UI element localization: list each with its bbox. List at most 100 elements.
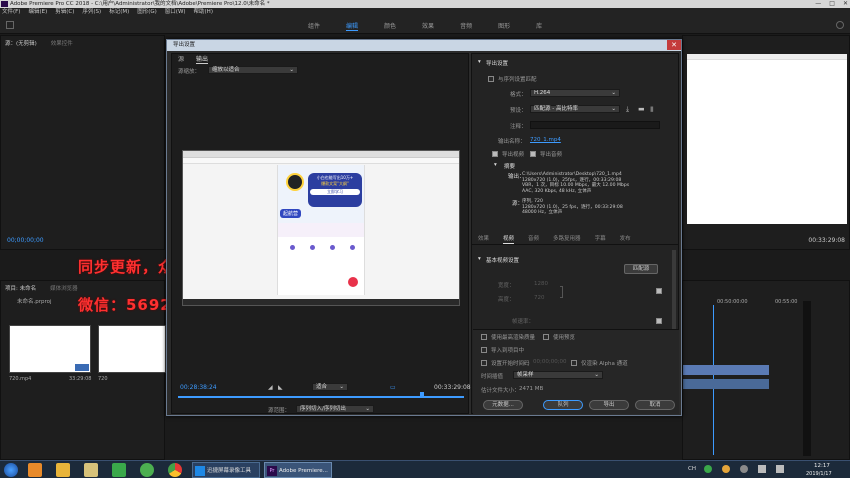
range-select[interactable]: 序列切入/序列切出 ⌄: [296, 405, 374, 413]
link-dimensions-icon[interactable]: [560, 286, 563, 298]
settings-scrollbar[interactable]: [672, 250, 676, 330]
import-preset-icon[interactable]: ▬: [638, 105, 645, 113]
taskbar-app-recorder[interactable]: 迅捷屏幕录像工具: [192, 462, 260, 478]
start-timecode-value[interactable]: 00;00;00;00: [533, 359, 567, 365]
tab-effect-controls[interactable]: 效果控件: [51, 39, 73, 47]
program-monitor-preview: [687, 54, 847, 224]
match-sequence-checkbox[interactable]: [488, 75, 494, 82]
tab-media-browser[interactable]: 媒体浏览器: [50, 284, 78, 292]
network-icon[interactable]: [758, 465, 766, 473]
import-project-checkbox[interactable]: [481, 346, 487, 353]
tab-source[interactable]: 源: [178, 54, 184, 64]
explorer-icon[interactable]: [84, 463, 98, 477]
tab-source[interactable]: 源：(无剪辑): [5, 39, 37, 47]
ime-indicator[interactable]: CH: [688, 466, 696, 472]
menu-window[interactable]: 窗口(W): [165, 8, 186, 17]
sequence-thumbnail[interactable]: [98, 325, 166, 373]
current-time[interactable]: 00:28:38:24: [180, 384, 217, 391]
start-timecode-checkbox[interactable]: [481, 359, 487, 366]
save-preset-icon[interactable]: ⤓: [626, 105, 629, 114]
workspace-assembly[interactable]: 组件: [308, 21, 320, 31]
menu-marker[interactable]: 标记(M): [109, 8, 129, 17]
tab-video[interactable]: 视频: [503, 234, 515, 244]
workspace-editing[interactable]: 编辑: [346, 21, 359, 31]
collapse-icon[interactable]: ▾: [478, 59, 481, 65]
volume-icon[interactable]: [776, 465, 784, 473]
frame-rate-checkbox[interactable]: [656, 317, 662, 324]
green-app-icon[interactable]: [140, 463, 154, 477]
chrome-icon[interactable]: [168, 463, 182, 477]
tray-icon[interactable]: [704, 465, 712, 473]
export-button[interactable]: 导出: [589, 400, 629, 410]
source-timecode[interactable]: 00;00;00;00: [7, 237, 44, 244]
format-select[interactable]: H.264 ⌄: [530, 89, 620, 97]
media-player-icon[interactable]: [112, 463, 126, 477]
menu-clip[interactable]: 剪辑(C): [55, 8, 74, 17]
maximize-button[interactable]: □: [829, 0, 835, 8]
start-button-icon[interactable]: [4, 463, 18, 477]
tray-icon[interactable]: [740, 465, 748, 473]
program-timecode[interactable]: 00:33:29:08: [808, 237, 845, 244]
fit-select[interactable]: 适合 ⌄: [312, 383, 348, 391]
tray-icon[interactable]: [722, 465, 730, 473]
preset-select[interactable]: 匹配源 - 高比特率 ⌄: [530, 105, 620, 113]
use-previews-checkbox[interactable]: [543, 333, 549, 340]
tab-captions[interactable]: 字幕: [595, 234, 606, 244]
render-alpha-checkbox[interactable]: [571, 359, 577, 366]
timeline-panel: 00:50:00:00 00:55:00: [682, 280, 850, 460]
workspace-graphics[interactable]: 图形: [498, 21, 510, 31]
tab-publish[interactable]: 发布: [620, 234, 631, 244]
playhead-handle[interactable]: [420, 392, 424, 398]
aspect-icon[interactable]: ▭: [390, 384, 396, 391]
duration: 00:33:29:08: [434, 384, 471, 391]
audio-clip-block[interactable]: [683, 379, 769, 389]
menu-file[interactable]: 文件(F): [2, 8, 20, 17]
tab-audio[interactable]: 音频: [528, 234, 539, 244]
use-previews-label: 使用预览: [553, 335, 576, 341]
close-button[interactable]: ✕: [843, 0, 848, 8]
mark-out-icon[interactable]: ◣: [278, 384, 283, 391]
folder-icon[interactable]: [56, 463, 70, 477]
workspace-color[interactable]: 颜色: [384, 21, 396, 31]
comment-input[interactable]: [530, 121, 660, 129]
max-render-checkbox[interactable]: [481, 333, 487, 340]
menu-bar: 文件(F) 编辑(E) 剪辑(C) 序列(S) 标记(M) 图形(G) 窗口(W…: [0, 8, 850, 17]
menu-sequence[interactable]: 序列(S): [82, 8, 101, 17]
video-clip-block[interactable]: [683, 365, 769, 375]
menu-edit[interactable]: 编辑(E): [28, 8, 47, 17]
workspace-libraries[interactable]: 库: [536, 21, 542, 31]
clock-time[interactable]: 12:17: [814, 463, 830, 469]
home-icon[interactable]: [6, 21, 14, 29]
ie-icon[interactable]: [28, 463, 42, 477]
search-icon[interactable]: [836, 21, 844, 29]
output-name-link[interactable]: 720_1.mp4: [530, 137, 561, 143]
workspace-audio[interactable]: 音频: [460, 21, 472, 31]
delete-preset-icon[interactable]: ▮: [650, 105, 654, 113]
width-value[interactable]: 1280: [534, 281, 548, 287]
queue-button[interactable]: 队列: [543, 400, 583, 410]
export-video-checkbox[interactable]: [492, 150, 498, 157]
export-audio-checkbox[interactable]: [530, 150, 536, 157]
workspace-effects[interactable]: 效果: [422, 21, 434, 31]
mark-in-icon[interactable]: ◢: [268, 384, 273, 391]
cancel-button[interactable]: 取消: [635, 400, 675, 410]
height-value[interactable]: 720: [534, 295, 545, 301]
menu-help[interactable]: 帮助(H): [194, 8, 213, 17]
menu-graphics[interactable]: 图形(G): [137, 8, 157, 17]
tab-output[interactable]: 输出: [196, 54, 209, 64]
interpolation-select[interactable]: 帧采样 ⌄: [513, 371, 603, 379]
dialog-close-button[interactable]: ✕: [667, 40, 681, 50]
source-scaling-select[interactable]: 缩放以适合 ⌄: [208, 66, 298, 74]
tab-multiplexer[interactable]: 多路复用器: [553, 234, 581, 244]
basic-video-collapse-icon[interactable]: ▾: [478, 256, 481, 262]
tab-project[interactable]: 项目: 未命名: [5, 284, 36, 292]
width-match-checkbox[interactable]: [656, 287, 662, 294]
match-source-button[interactable]: 匹配源: [624, 264, 658, 274]
source-panel-tabs: 源：(无剪辑) 效果控件: [1, 36, 164, 50]
tab-effects[interactable]: 效果: [478, 234, 489, 244]
metadata-button[interactable]: 元数据...: [483, 400, 523, 410]
summary-collapse-icon[interactable]: ▾: [494, 162, 497, 168]
clock-date[interactable]: 2019/1/17: [806, 471, 832, 477]
taskbar-app-premiere[interactable]: Pr Adobe Premiere...: [264, 462, 332, 478]
minimize-button[interactable]: —: [815, 0, 821, 8]
